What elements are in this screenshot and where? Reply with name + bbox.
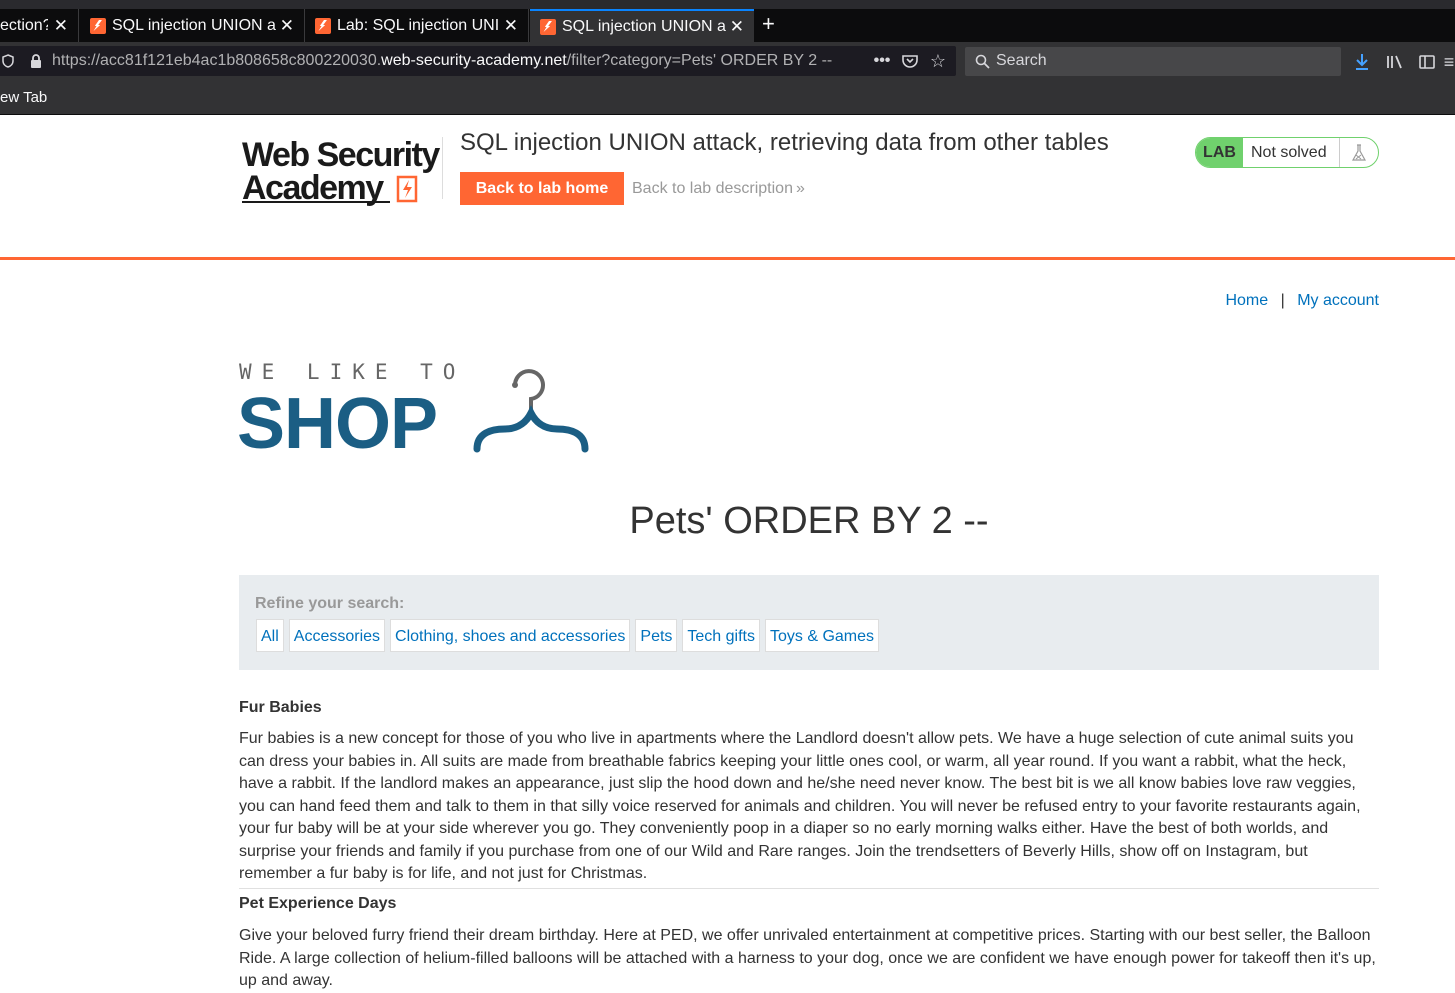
search-placeholder: Search — [996, 52, 1047, 69]
filter-accessories[interactable]: Accessories — [288, 619, 386, 652]
filter-all[interactable]: All — [256, 619, 284, 652]
logo-bolt-icon — [396, 175, 418, 203]
bookmark-star-icon[interactable]: ☆ — [929, 50, 947, 72]
search-input[interactable]: Search — [965, 47, 1341, 76]
flask-icon — [1340, 143, 1378, 162]
menu-icon[interactable]: ≡ — [1443, 51, 1455, 73]
close-tab-icon[interactable]: ✕ — [280, 16, 294, 36]
hanger-icon — [473, 369, 589, 453]
shield-icon[interactable] — [0, 51, 16, 71]
my-account-link[interactable]: My account — [1297, 292, 1379, 309]
article-body: Fur babies is a new concept for those of… — [239, 730, 1361, 882]
sidebar-icon[interactable] — [1417, 51, 1437, 73]
article-divider — [239, 888, 1379, 889]
search-icon — [973, 52, 991, 70]
filter-pets[interactable]: Pets — [635, 619, 678, 652]
shop-tagline: WE LIKE TO — [239, 360, 466, 384]
lab-status-text: Not solved — [1243, 138, 1340, 167]
pocket-icon[interactable] — [901, 51, 919, 71]
tab-0[interactable]: ection? ✕ — [0, 9, 79, 42]
url-path: /filter?category=Pets' ORDER BY 2 -- — [566, 52, 833, 69]
filter-clothing[interactable]: Clothing, shoes and accessories — [390, 619, 631, 652]
product-article: Fur Babies Fur babies is a new concept f… — [239, 699, 1379, 886]
logo-underline-icon — [242, 201, 390, 203]
lab-badge: LAB — [1196, 138, 1243, 167]
lab-title: SQL injection UNION attack, retrieving d… — [460, 129, 1109, 156]
tab-3-active[interactable]: SQL injection UNION a ✕ — [530, 9, 754, 42]
article-title: Pet Experience Days — [239, 895, 397, 912]
burp-favicon-icon — [315, 17, 331, 34]
library-icon[interactable] — [1385, 51, 1405, 73]
url-prefix: https://acc81f121eb4ac1b808658c800220030… — [52, 52, 382, 69]
tab-title: SQL injection UNION a — [562, 17, 726, 35]
tab-1[interactable]: SQL injection UNION a ✕ — [80, 9, 305, 42]
new-tab-plus-icon[interactable]: + — [762, 11, 775, 37]
nav-toolbar: https://acc81f121eb4ac1b808658c800220030… — [0, 42, 1455, 82]
product-article: Pet Experience Days Give your beloved fu… — [239, 895, 1379, 993]
category-filters: All Accessories Clothing, shoes and acce… — [256, 619, 884, 652]
tab-bar: ection? ✕ SQL injection UNION a ✕ Lab: S… — [0, 9, 1455, 42]
refine-search-panel: Refine your search: All Accessories Clot… — [239, 575, 1379, 670]
more-actions-icon[interactable]: ••• — [872, 50, 892, 72]
back-to-lab-home-button[interactable]: Back to lab home — [460, 172, 624, 205]
nav-separator: | — [1280, 292, 1285, 309]
shop-logo[interactable]: WE LIKE TO SHOP — [237, 355, 599, 464]
article-body: Give your beloved furry friend their dre… — [239, 927, 1376, 989]
tab-title: ection? — [0, 16, 48, 34]
page-title: Pets' ORDER BY 2 -- — [629, 500, 989, 542]
close-tab-icon[interactable]: ✕ — [54, 16, 68, 36]
shop-word: SHOP — [237, 384, 438, 464]
bookmarks-bar: ew Tab — [0, 82, 1455, 115]
lab-desc-label: Back to lab description — [632, 180, 793, 197]
back-to-lab-description-link[interactable]: Back to lab description» — [632, 180, 805, 198]
bookmark-item[interactable]: ew Tab — [0, 89, 47, 106]
filter-toys-games[interactable]: Toys & Games — [765, 619, 880, 652]
home-link[interactable]: Home — [1225, 292, 1268, 309]
refine-label: Refine your search: — [255, 595, 405, 612]
web-security-academy-logo[interactable]: Web Security Academy — [242, 137, 442, 209]
top-nav: Home | My account — [1225, 292, 1379, 310]
close-tab-icon[interactable]: ✕ — [504, 16, 518, 36]
tab-title: SQL injection UNION a — [112, 16, 276, 34]
tab-2[interactable]: Lab: SQL injection UNI ✕ — [305, 9, 529, 42]
article-title: Fur Babies — [239, 699, 322, 716]
url-bar[interactable]: https://acc81f121eb4ac1b808658c800220030… — [0, 46, 956, 76]
tab-title: Lab: SQL injection UNI — [337, 16, 500, 34]
burp-favicon-icon — [90, 17, 106, 34]
close-tab-icon[interactable]: ✕ — [730, 17, 744, 37]
window-top-strip — [0, 0, 1455, 9]
double-chevron-right-icon: » — [795, 180, 805, 197]
url-text[interactable]: https://acc81f121eb4ac1b808658c800220030… — [52, 52, 862, 70]
filter-tech-gifts[interactable]: Tech gifts — [682, 619, 760, 652]
burp-favicon-icon — [540, 18, 556, 35]
header-divider — [442, 137, 443, 199]
download-icon[interactable] — [1353, 51, 1371, 73]
lock-icon[interactable] — [28, 51, 44, 71]
lab-status-widget: LAB Not solved — [1195, 137, 1379, 168]
lab-header: Web Security Academy SQL injection UNION… — [0, 115, 1455, 260]
url-host: web-security-academy.net — [381, 52, 567, 69]
logo-line1: Web Security — [242, 136, 440, 174]
